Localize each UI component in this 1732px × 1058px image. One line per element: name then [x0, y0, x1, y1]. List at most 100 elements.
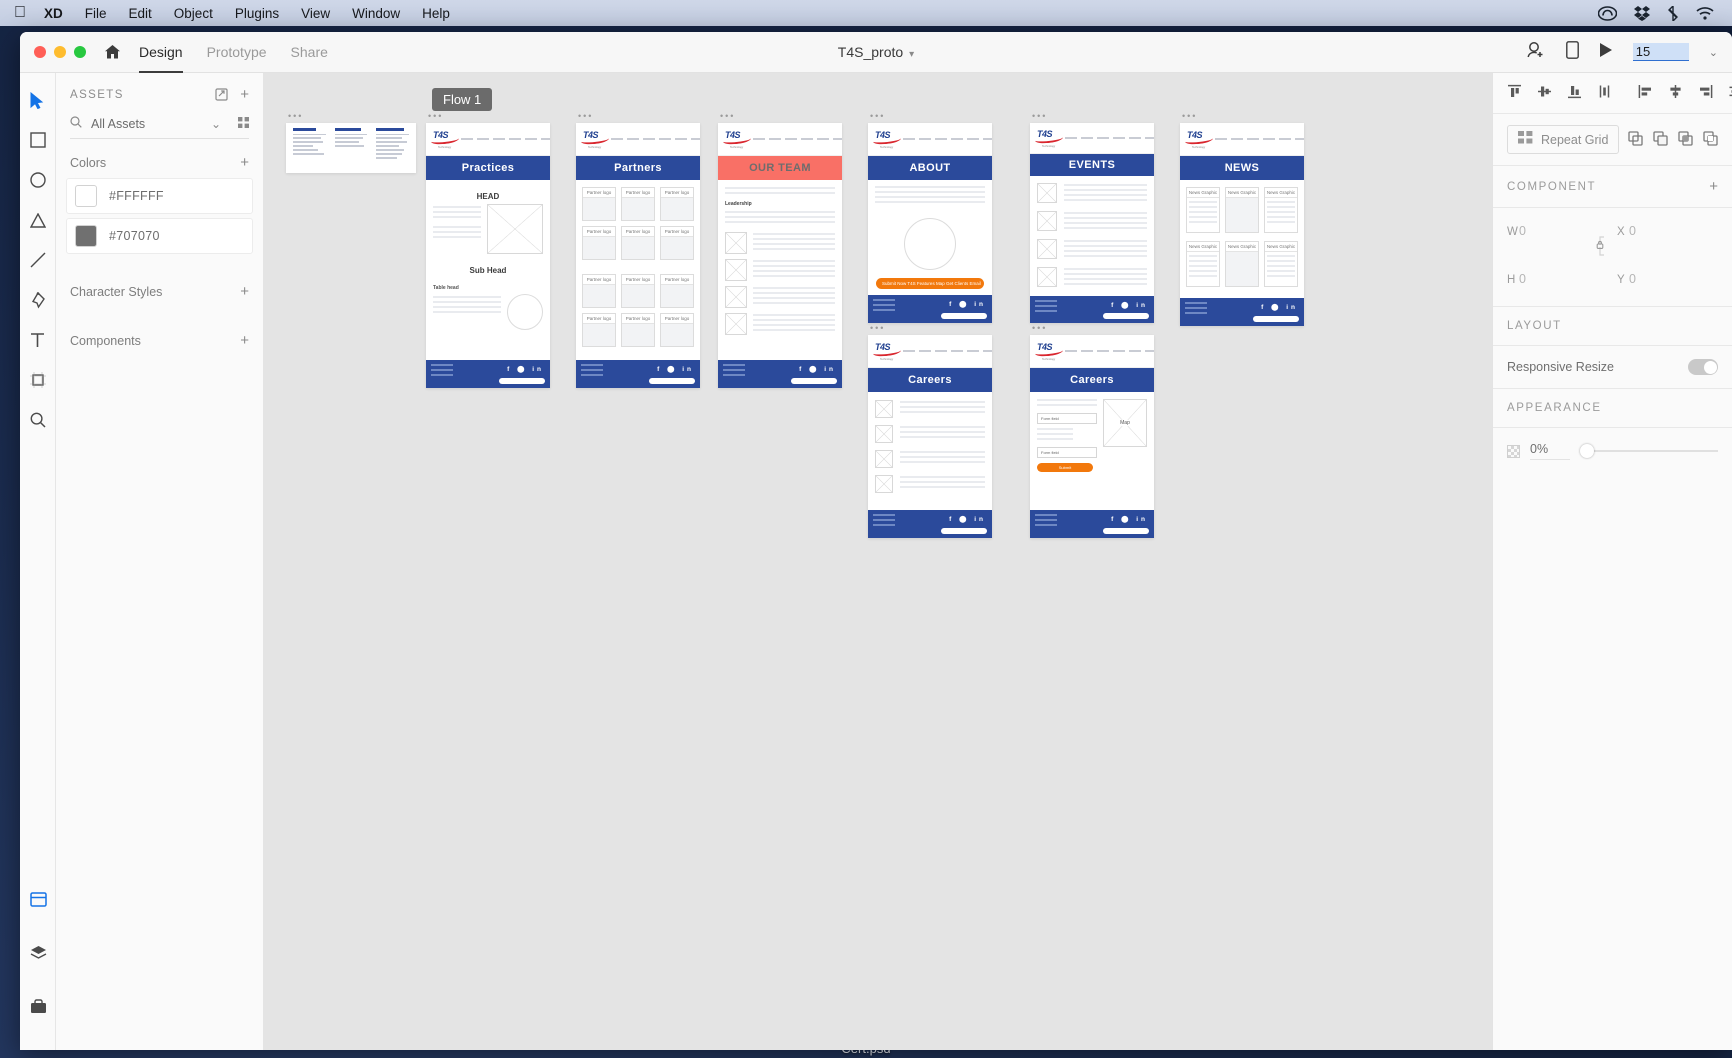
color-swatch-white[interactable]	[75, 185, 97, 207]
partner-card[interactable]: Partner logo	[621, 187, 655, 221]
careers-list-board[interactable]: T4S Technology Careers f ⬤ in	[868, 335, 992, 538]
ellipse-tool[interactable]	[25, 167, 51, 193]
footer-button[interactable]	[1253, 316, 1299, 322]
add-component-button[interactable]: +	[240, 333, 249, 348]
partner-card[interactable]: Partner logo	[660, 226, 694, 260]
partner-card[interactable]: Partner logo	[660, 313, 694, 347]
add-color-button[interactable]: +	[240, 155, 249, 170]
nav-links[interactable]	[611, 137, 700, 141]
y-value[interactable]: 0	[1629, 272, 1636, 286]
boolean-intersect-icon[interactable]	[1678, 130, 1693, 149]
height-value[interactable]: 0	[1519, 272, 1526, 286]
nav-links[interactable]	[753, 137, 842, 141]
width-value[interactable]: 0	[1519, 224, 1526, 238]
careers-form-board[interactable]: T4S Technology Careers Form field Form fi…	[1030, 335, 1154, 538]
team-member-row[interactable]	[725, 232, 835, 254]
zoom-input[interactable]: 15	[1632, 43, 1689, 61]
artboard-about[interactable]: ••• T4S Technology ABOUT Submit Now T4S F…	[868, 112, 992, 323]
form-field[interactable]: Form field	[1037, 447, 1097, 458]
menu-item-help[interactable]: Help	[422, 6, 450, 21]
bluetooth-icon[interactable]	[1667, 5, 1679, 21]
zoom-tool[interactable]	[25, 407, 51, 433]
distribute-vertical-icon[interactable]	[1597, 84, 1612, 102]
opacity-slider[interactable]	[1580, 444, 1718, 458]
nav-links[interactable]	[903, 137, 992, 141]
flow-label[interactable]: Flow 1	[432, 88, 493, 111]
news-card[interactable]: News Graphic	[1225, 241, 1259, 287]
creative-cloud-icon[interactable]	[1598, 5, 1617, 21]
footer-button[interactable]	[1103, 313, 1149, 319]
artboard-our-team[interactable]: ••• T4S Technology OUR TEAM Leadership f…	[718, 112, 842, 388]
color-swatch-row[interactable]: #707070	[66, 218, 253, 254]
news-card[interactable]: News Graphic	[1186, 241, 1220, 287]
footer-button[interactable]	[649, 378, 695, 384]
assets-filter-value[interactable]: All Assets	[91, 117, 202, 131]
x-value[interactable]: 0	[1629, 224, 1636, 238]
partner-card[interactable]: Partner logo	[582, 187, 616, 221]
job-row[interactable]	[875, 400, 985, 418]
social-icons[interactable]: f ⬤ in	[949, 515, 986, 523]
home-icon[interactable]	[104, 44, 121, 60]
chevron-down-icon[interactable]: ⌄	[211, 117, 221, 131]
polygon-tool[interactable]	[25, 207, 51, 233]
nav-links[interactable]	[903, 349, 992, 353]
team-member-row[interactable]	[725, 313, 835, 335]
practices-board[interactable]: T4S Technology Practices HEAD Sub Head T…	[426, 123, 550, 388]
apple-logo-icon[interactable]: 	[14, 5, 26, 21]
menu-item-object[interactable]: Object	[174, 6, 213, 21]
news-card[interactable]: News Graphic	[1264, 187, 1298, 233]
assets-add-button[interactable]: +	[240, 87, 249, 102]
event-row[interactable]	[1037, 183, 1147, 205]
artboard-menu-dots[interactable]: •••	[1032, 324, 1047, 333]
news-card[interactable]: News Graphic	[1186, 187, 1220, 233]
events-board[interactable]: T4S Technology EVENTS f ⬤ in	[1030, 123, 1154, 323]
close-button[interactable]	[34, 46, 46, 58]
footer-button[interactable]	[1103, 528, 1149, 534]
select-tool[interactable]	[25, 87, 51, 113]
artboard-menu-dots[interactable]: •••	[428, 112, 443, 121]
text-tool[interactable]	[25, 327, 51, 353]
align-bottom-icon[interactable]	[1567, 84, 1582, 102]
partner-card[interactable]: Partner logo	[621, 274, 655, 308]
grid-view-icon[interactable]	[238, 116, 249, 131]
about-cta-button[interactable]: Submit Now T4S Features Map Get Clients …	[876, 278, 984, 289]
social-icons[interactable]: f ⬤ in	[1261, 303, 1298, 311]
menu-item-plugins[interactable]: Plugins	[235, 6, 279, 21]
assets-search-row[interactable]: All Assets ⌄	[70, 116, 249, 139]
lock-aspect-ratio-icon[interactable]	[1583, 224, 1617, 256]
add-component-button[interactable]: +	[1709, 179, 1718, 194]
dropbox-icon[interactable]	[1634, 5, 1650, 21]
boolean-exclude-icon[interactable]	[1703, 130, 1718, 149]
tab-design[interactable]: Design	[139, 32, 183, 73]
artboard-menu-dots[interactable]: •••	[720, 112, 735, 121]
responsive-resize-row[interactable]: Responsive Resize	[1493, 346, 1732, 389]
boolean-subtract-icon[interactable]	[1653, 130, 1668, 149]
align-left-icon[interactable]	[1638, 84, 1653, 102]
job-row[interactable]	[875, 475, 985, 493]
our-team-board[interactable]: T4S Technology OUR TEAM Leadership f ⬤ i…	[718, 123, 842, 388]
zoom-chevron-down-icon[interactable]: ⌄	[1709, 46, 1718, 59]
social-icons[interactable]: f ⬤ in	[657, 365, 694, 373]
align-top-icon[interactable]	[1507, 84, 1522, 102]
nav-links[interactable]	[1215, 137, 1304, 141]
height-field[interactable]: H0	[1507, 272, 1583, 286]
social-icons[interactable]: f ⬤ in	[1111, 301, 1148, 309]
partner-card[interactable]: Partner logo	[621, 226, 655, 260]
opacity-value[interactable]: 0%	[1530, 442, 1570, 460]
repeat-grid-button[interactable]: Repeat Grid	[1507, 125, 1620, 154]
social-icons[interactable]: f ⬤ in	[799, 365, 836, 373]
artboard-menu-dots[interactable]: •••	[1182, 112, 1197, 121]
partner-card[interactable]: Partner logo	[582, 274, 616, 308]
nav-links[interactable]	[461, 137, 550, 141]
submit-button[interactable]: Submit	[1037, 463, 1093, 472]
tab-prototype[interactable]: Prototype	[207, 32, 267, 73]
align-right-icon[interactable]	[1698, 84, 1713, 102]
plugins-panel-toggle[interactable]	[25, 994, 51, 1020]
artboard-menu-dots[interactable]: •••	[870, 324, 885, 333]
layers-panel-toggle[interactable]	[25, 940, 51, 966]
artboard-menu-dots[interactable]: •••	[870, 112, 885, 121]
pen-tool[interactable]	[25, 287, 51, 313]
nav-links[interactable]	[1065, 136, 1154, 140]
event-row[interactable]	[1037, 211, 1147, 233]
artboard-events[interactable]: ••• T4S Technology EVENTS f ⬤ in	[1030, 112, 1154, 323]
